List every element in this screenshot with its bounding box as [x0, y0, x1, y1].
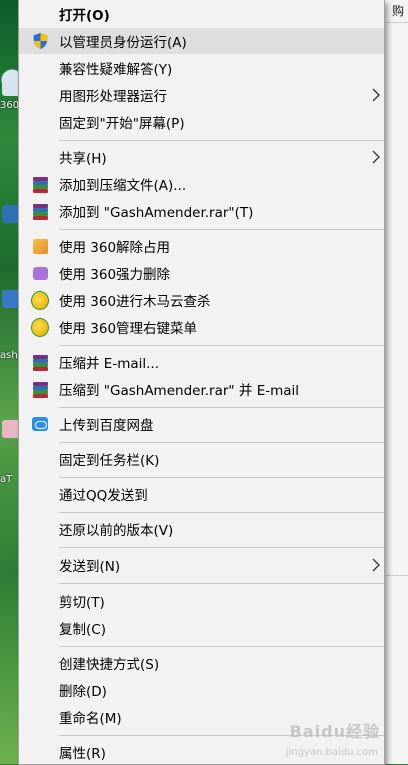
- menu-item-360-menu-manager[interactable]: 使用 360管理右键菜单: [19, 314, 384, 340]
- winrar-icon: [31, 202, 49, 220]
- menu-item-label: 重命名(M): [59, 711, 122, 727]
- menu-item-compat-troubleshoot[interactable]: 兼容性疑难解答(Y): [19, 55, 384, 81]
- window-divider: [382, 22, 408, 23]
- chevron-right-icon: [372, 558, 380, 572]
- menu-item-label: 属性(R): [59, 746, 106, 762]
- menu-item-360-force-delete[interactable]: 使用 360强力删除: [19, 260, 384, 286]
- menu-separator: [59, 512, 384, 513]
- winrar-icon: [31, 175, 49, 193]
- menu-item-label: 添加到压缩文件(A)...: [59, 178, 187, 194]
- desktop-icon-label: aT: [0, 474, 13, 485]
- baidu-netdisk-icon: [31, 415, 49, 433]
- menu-item-label: 固定到任务栏(K): [59, 453, 160, 469]
- menu-separator: [59, 345, 384, 346]
- menu-item-add-to-archive[interactable]: 添加到压缩文件(A)...: [19, 171, 384, 197]
- menu-item-label: 固定到"开始"屏幕(P): [59, 116, 185, 132]
- shield-icon: [31, 32, 49, 50]
- menu-separator: [59, 442, 384, 443]
- menu-item-label: 用图形处理器运行: [59, 89, 167, 105]
- watermark-url: jingyan.baidu.com: [285, 747, 378, 758]
- winrar-icon: [31, 353, 49, 371]
- menu-item-label: 压缩并 E-mail...: [59, 356, 159, 372]
- menu-item-label: 还原以前的版本(V): [59, 523, 174, 539]
- menu-item-share[interactable]: 共享(H): [19, 144, 384, 170]
- background-window-edge: 购: [381, 0, 408, 764]
- menu-separator: [59, 140, 384, 141]
- menu-item-send-via-qq[interactable]: 通过QQ发送到: [19, 481, 384, 507]
- menu-separator: [59, 583, 384, 584]
- 360-unlock-icon: [31, 237, 49, 255]
- menu-item-pin-to-start[interactable]: 固定到"开始"屏幕(P): [19, 109, 384, 135]
- menu-item-label: 使用 360强力删除: [59, 267, 171, 283]
- menu-item-label: 上传到百度网盘: [59, 418, 154, 434]
- menu-separator: [59, 477, 384, 478]
- menu-item-upload-baidu[interactable]: 上传到百度网盘: [19, 411, 384, 437]
- menu-separator: [59, 547, 384, 548]
- menu-item-label: 以管理员身份运行(A): [59, 35, 187, 51]
- menu-item-label: 兼容性疑难解答(Y): [59, 62, 173, 78]
- chevron-right-icon: [372, 150, 380, 164]
- menu-item-label: 压缩到 "GashAmender.rar" 并 E-mail: [59, 383, 300, 399]
- menu-item-label: 通过QQ发送到: [59, 488, 148, 504]
- desktop-icon-label: ash: [0, 350, 18, 361]
- menu-item-label: 发送到(N): [59, 559, 121, 575]
- menu-separator: [59, 646, 384, 647]
- context-menu: 打开(O) 以管理员身份运行(A) 兼容性疑难解答(Y) 用图形处理器运行 固定…: [18, 0, 385, 765]
- menu-item-label: 共享(H): [59, 151, 107, 167]
- menu-item-delete[interactable]: 删除(D): [19, 677, 384, 703]
- menu-item-cut[interactable]: 剪切(T): [19, 588, 384, 614]
- 360-menu-icon: [31, 317, 49, 337]
- menu-item-label: 使用 360解除占用: [59, 240, 171, 256]
- menu-item-label: 删除(D): [59, 684, 107, 700]
- menu-item-pin-taskbar[interactable]: 固定到任务栏(K): [19, 446, 384, 472]
- winrar-icon: [31, 380, 49, 398]
- menu-item-label: 打开(O): [59, 8, 110, 24]
- menu-item-label: 复制(C): [59, 622, 106, 638]
- menu-item-compress-email[interactable]: 压缩并 E-mail...: [19, 349, 384, 375]
- menu-item-compress-rar-email[interactable]: 压缩到 "GashAmender.rar" 并 E-mail: [19, 376, 384, 402]
- menu-item-run-with-gpu[interactable]: 用图形处理器运行: [19, 82, 384, 108]
- window-divider: [382, 575, 408, 576]
- menu-item-label: 创建快捷方式(S): [59, 657, 160, 673]
- menu-separator: [59, 407, 384, 408]
- menu-item-copy[interactable]: 复制(C): [19, 615, 384, 641]
- menu-item-label: 使用 360进行木马云查杀: [59, 294, 211, 310]
- 360-delete-icon: [31, 264, 49, 282]
- menu-item-run-as-admin[interactable]: 以管理员身份运行(A): [19, 28, 384, 54]
- menu-item-label: 添加到 "GashAmender.rar"(T): [59, 205, 254, 221]
- window-title-fragment: 购: [391, 4, 404, 18]
- menu-item-label: 使用 360管理右键菜单: [59, 321, 198, 337]
- menu-item-send-to[interactable]: 发送到(N): [19, 552, 384, 578]
- menu-item-360-trojan-scan[interactable]: 使用 360进行木马云查杀: [19, 287, 384, 313]
- menu-item-create-shortcut[interactable]: 创建快捷方式(S): [19, 650, 384, 676]
- menu-item-restore-versions[interactable]: 还原以前的版本(V): [19, 516, 384, 542]
- menu-separator: [59, 229, 384, 230]
- chevron-right-icon: [372, 88, 380, 102]
- menu-item-label: 剪切(T): [59, 595, 105, 611]
- desktop-icon-label: 360: [0, 100, 20, 111]
- watermark-brand: Baidu经验: [289, 722, 380, 741]
- menu-item-add-to-rar[interactable]: 添加到 "GashAmender.rar"(T): [19, 198, 384, 224]
- menu-item-open[interactable]: 打开(O): [19, 1, 384, 27]
- menu-item-360-unlock[interactable]: 使用 360解除占用: [19, 233, 384, 259]
- 360-scan-icon: [31, 290, 49, 310]
